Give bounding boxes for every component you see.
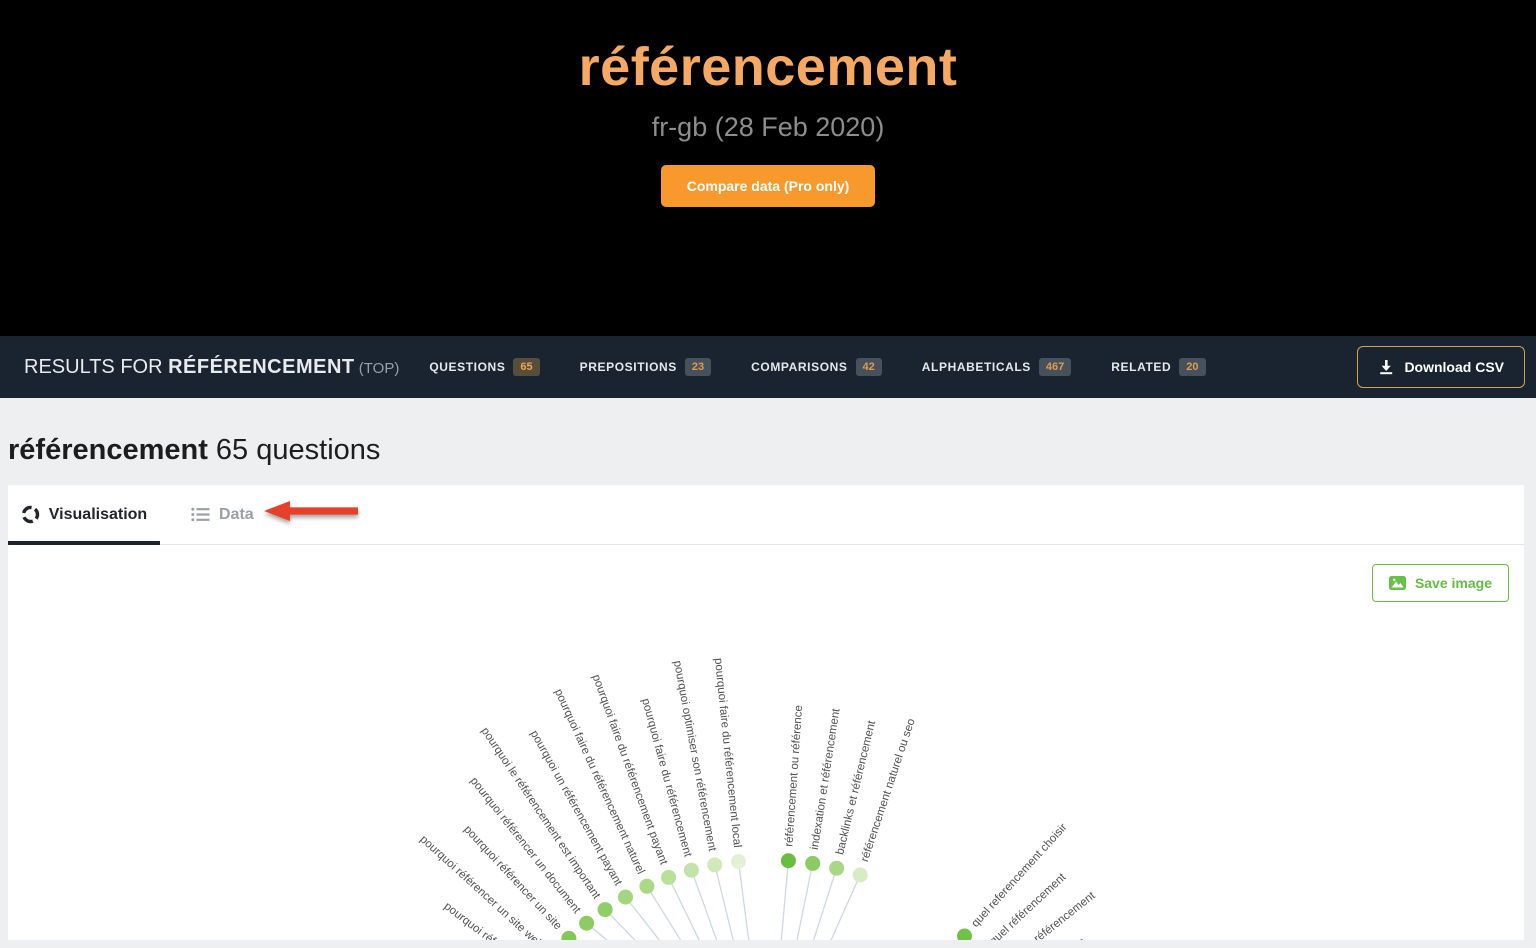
results-navbar: RESULTS FOR RÉFÉRENCEMENT (TOP) QUESTION… — [0, 336, 1536, 398]
red-annotation-arrow — [262, 499, 360, 530]
visualisation-icon — [21, 505, 40, 524]
image-icon — [1389, 576, 1406, 590]
results-title: RESULTS FOR RÉFÉRENCEMENT (TOP) — [24, 356, 399, 379]
nav-tab-prepositions[interactable]: PREPOSITIONS 23 — [580, 358, 711, 376]
wheel-question-dot[interactable] — [805, 856, 820, 871]
nav-tab-questions[interactable]: QUESTIONS 65 — [429, 358, 539, 376]
tab-data-label: Data — [219, 506, 254, 524]
wheel-question-label[interactable]: pourquoi faire du référencement local — [712, 657, 743, 848]
count-badge: 65 — [513, 358, 539, 376]
wheel-spoke-line — [785, 875, 860, 940]
wheel-question-label[interactable]: référencement ou référence — [783, 705, 805, 847]
wheel-question-dot[interactable] — [561, 931, 576, 940]
panel-tabs: Visualisation Data — [8, 485, 1524, 545]
keyword-title: référencement — [0, 0, 1536, 98]
compare-data-button[interactable]: Compare data (Pro only) — [661, 165, 876, 207]
wheel-question-dot[interactable] — [639, 879, 654, 894]
wheel-question-dot[interactable] — [684, 863, 699, 878]
visualisation-panel: Save image pourquoi réfpourquoi référenc… — [8, 545, 1524, 940]
wheel-question-dot[interactable] — [781, 853, 796, 868]
wheel-spoke-line — [776, 863, 813, 940]
page-title-rest: 65 questions — [208, 434, 381, 466]
count-badge: 20 — [1179, 358, 1205, 376]
wheel-spoke-line — [780, 868, 836, 940]
wheel-question-dot[interactable] — [731, 854, 746, 869]
count-badge: 23 — [685, 358, 711, 376]
download-csv-label: Download CSV — [1404, 359, 1504, 375]
wheel-question-dot[interactable] — [853, 867, 868, 882]
nav-tab-alphabeticals[interactable]: ALPHABETICALS 467 — [922, 358, 1072, 376]
wheel-question-dot[interactable] — [661, 870, 676, 885]
save-image-button[interactable]: Save image — [1372, 564, 1509, 602]
page-title: référencement 65 questions — [0, 398, 1536, 467]
wheel-question-dot[interactable] — [618, 890, 633, 905]
nav-tab-label: COMPARISONS — [751, 360, 847, 374]
download-csv-button[interactable]: Download CSV — [1357, 346, 1525, 388]
tab-visualisation-label: Visualisation — [49, 506, 147, 524]
results-suffix: (TOP) — [355, 360, 400, 377]
wheel-spoke-line — [669, 877, 750, 940]
nav-tab-related[interactable]: RELATED 20 — [1111, 358, 1205, 376]
list-icon — [191, 507, 210, 522]
wheel-question-dot[interactable] — [579, 916, 594, 931]
nav-tab-comparisons[interactable]: COMPARISONS 42 — [751, 358, 882, 376]
hero-section: référencement fr-gb (28 Feb 2020) Compar… — [0, 0, 1536, 336]
wheel-spoke-line — [715, 865, 759, 940]
nav-tab-label: QUESTIONS — [429, 360, 505, 374]
download-icon — [1378, 359, 1394, 375]
wheel-question-dot[interactable] — [957, 929, 972, 941]
wheel-question-dot[interactable] — [707, 857, 722, 872]
count-badge: 467 — [1039, 358, 1071, 376]
tab-data[interactable]: Data — [185, 485, 260, 544]
wheel-spoke-line — [772, 861, 789, 940]
results-nav-tabs: QUESTIONS 65 PREPOSITIONS 23 COMPARISONS… — [429, 358, 1205, 376]
wheel-question-label[interactable]: indexation et référencement — [809, 707, 843, 851]
nav-tab-label: ALPHABETICALS — [922, 360, 1031, 374]
page-title-term: référencement — [8, 434, 208, 466]
question-wheel-chart[interactable]: pourquoi réfpourquoi référencerpourquoi … — [8, 545, 1524, 940]
wheel-spoke-line — [569, 938, 730, 940]
results-prefix: RESULTS FOR — [24, 356, 168, 378]
count-badge: 42 — [856, 358, 882, 376]
tab-visualisation[interactable]: Visualisation — [8, 485, 160, 544]
nav-tab-label: PREPOSITIONS — [580, 360, 677, 374]
wheel-question-dot[interactable] — [598, 902, 613, 917]
wheel-question-dot[interactable] — [829, 861, 844, 876]
results-card: Visualisation Data Save image pourquoi r… — [8, 485, 1524, 940]
wheel-spoke-line — [739, 862, 763, 941]
results-term: RÉFÉRENCEMENT — [168, 356, 355, 378]
nav-tab-label: RELATED — [1111, 360, 1171, 374]
save-image-label: Save image — [1415, 575, 1492, 591]
wheel-spoke-line — [806, 936, 965, 940]
region-date-subtitle: fr-gb (28 Feb 2020) — [0, 112, 1536, 143]
